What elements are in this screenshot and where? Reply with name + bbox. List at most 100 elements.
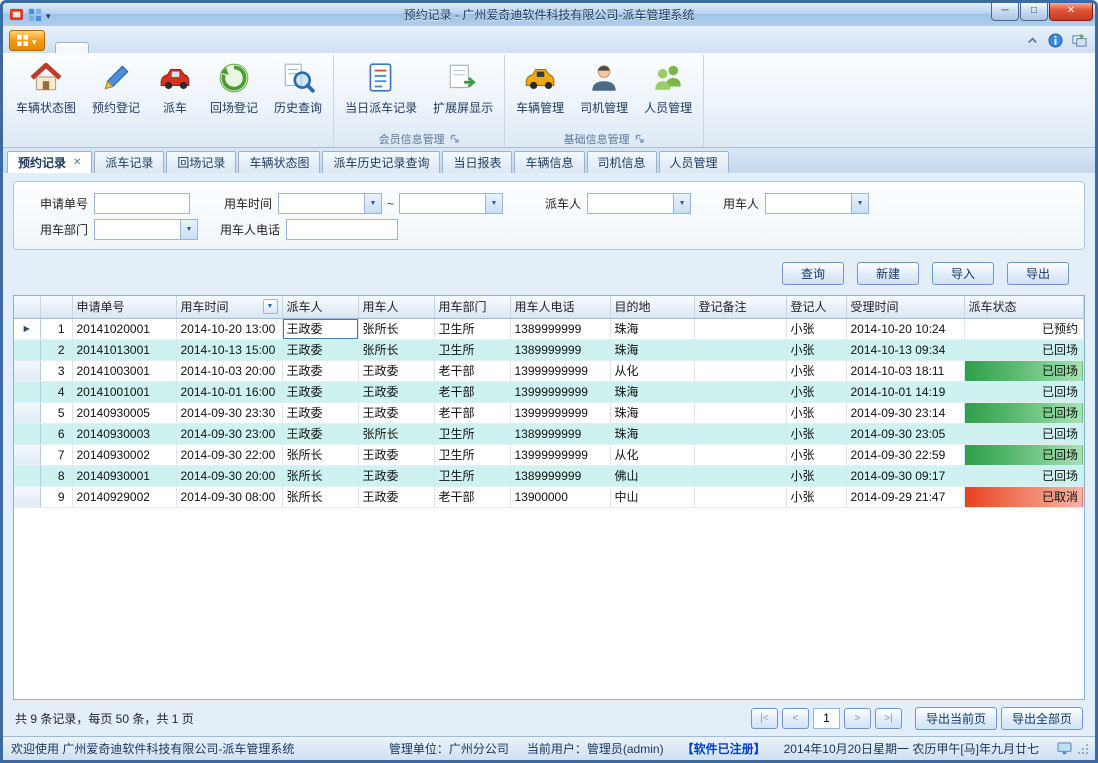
document-tab[interactable]: 车辆信息 [514,151,584,173]
dispatcher-cell: 王政委 [282,339,358,360]
user-select[interactable] [765,193,869,214]
status-cell: 已回场 [964,423,1084,444]
ribbon-button[interactable]: 司机管理 [572,56,636,130]
ribbon-button[interactable]: 扩展屏显示 [425,56,501,130]
table-row[interactable]: 6 20140930003 2014-09-30 23:00 王政委 张所长 卫… [14,423,1084,444]
remark-cell [694,465,786,486]
table-row[interactable]: 8 20140930001 2014-09-30 20:00 张所长 王政委 卫… [14,465,1084,486]
ribbon-button[interactable]: 车辆状态图 [8,56,84,130]
remark-cell [694,423,786,444]
document-tab[interactable]: 派车历史记录查询 [322,151,440,173]
header-dept[interactable]: 用车部门 [434,296,510,318]
dispatcher-cell: 王政委 [282,381,358,402]
action-bar: 查询 新建 导入 导出 [13,262,1069,285]
dialog-launcher-icon[interactable] [635,134,645,144]
phone-cell: 13999999999 [510,360,610,381]
ribbon-collapse-icon[interactable] [1026,34,1039,47]
table-row[interactable]: 1 20141020001 2014-10-20 13:00 王政委 张所长 卫… [14,318,1084,339]
minimize-button[interactable]: ─ [991,3,1019,21]
document-tab[interactable]: 车辆状态图 [238,151,320,173]
header-dispatcher[interactable]: 派车人 [282,296,358,318]
table-row[interactable]: 9 20140929002 2014-09-30 08:00 张所长 王政委 老… [14,486,1084,507]
ribbon-button[interactable]: 历史查询 [266,56,330,130]
first-page-button[interactable]: |< [751,708,778,729]
use-time-from-select[interactable] [278,193,382,214]
header-apply-no[interactable]: 申请单号 [72,296,176,318]
query-button[interactable]: 查询 [782,262,844,285]
use-time-to-select[interactable] [399,193,503,214]
apply-no-cell: 20140930002 [72,444,176,465]
header-user[interactable]: 用车人 [358,296,434,318]
user-cell: 张所长 [358,423,434,444]
chevron-down-icon[interactable] [485,194,502,213]
create-button[interactable]: 新建 [857,262,919,285]
header-row-number [40,296,72,318]
header-destination[interactable]: 目的地 [610,296,694,318]
ribbon-tab[interactable] [55,42,89,53]
phone-input[interactable] [286,219,398,240]
chevron-down-icon[interactable] [180,220,197,239]
status-cell: 已回场 [964,444,1084,465]
accept-time-cell: 2014-09-30 23:05 [846,423,964,444]
grid-footer: 共 9 条记录，每页 50 条，共 1 页 |< < > >| 导出当前页 导出… [13,700,1085,734]
switch-window-icon[interactable] [1072,33,1087,48]
chevron-down-icon[interactable] [673,194,690,213]
export-current-page-button[interactable]: 导出当前页 [915,707,997,730]
header-use-time[interactable]: 用车时间 [176,296,282,318]
dept-select[interactable] [94,219,198,240]
dispatcher-cell: 王政委 [282,360,358,381]
header-remark[interactable]: 登记备注 [694,296,786,318]
column-filter-icon[interactable] [263,299,278,314]
info-icon[interactable] [1048,33,1063,48]
next-page-button[interactable]: > [844,708,871,729]
phone-cell: 1389999999 [510,318,610,339]
tab-close-icon[interactable]: ✕ [73,157,81,168]
close-button[interactable]: ✕ [1049,3,1093,21]
document-tab[interactable]: 司机信息 [587,151,657,173]
export-button[interactable]: 导出 [1007,262,1069,285]
table-row[interactable]: 7 20140930002 2014-09-30 22:00 张所长 王政委 卫… [14,444,1084,465]
header-registrar[interactable]: 登记人 [786,296,846,318]
chevron-down-icon[interactable] [364,194,381,213]
use-time-cell: 2014-10-03 20:00 [176,360,282,381]
accept-time-cell: 2014-09-30 09:17 [846,465,964,486]
last-page-button[interactable]: >| [875,708,902,729]
import-button[interactable]: 导入 [932,262,994,285]
quick-access-dropdown-icon[interactable] [46,8,51,22]
row-indicator [14,381,40,402]
resize-grip[interactable] [1077,743,1089,755]
row-indicator [14,444,40,465]
maximize-button[interactable]: □ [1020,3,1048,21]
page-number-input[interactable] [813,708,840,729]
ribbon-tab[interactable] [89,42,121,53]
header-accept-time[interactable]: 受理时间 [846,296,964,318]
document-tab[interactable]: 预约记录 ✕ [7,151,92,173]
document-tab[interactable]: 人员管理 [659,151,729,173]
table-row[interactable]: 5 20140930005 2014-09-30 23:30 王政委 王政委 老… [14,402,1084,423]
table-row[interactable]: 4 20141001001 2014-10-01 16:00 王政委 王政委 老… [14,381,1084,402]
app-menu-button[interactable] [9,30,45,51]
table-row[interactable]: 3 20141003001 2014-10-03 20:00 王政委 王政委 老… [14,360,1084,381]
record-summary: 共 9 条记录，每页 50 条，共 1 页 [15,710,194,727]
document-tab[interactable]: 回场记录 [166,151,236,173]
export-all-pages-button[interactable]: 导出全部页 [1001,707,1083,730]
dialog-launcher-icon[interactable] [450,134,460,144]
document-tab[interactable]: 当日报表 [442,151,512,173]
table-row[interactable]: 2 20141013001 2014-10-13 15:00 王政委 张所长 卫… [14,339,1084,360]
history-search-icon [281,61,315,95]
registered-link[interactable]: 【软件已注册】 [682,740,766,757]
document-tab[interactable]: 派车记录 [94,151,164,173]
dispatcher-select[interactable] [587,193,691,214]
ribbon-button[interactable]: 回场登记 [202,56,266,130]
apply-no-input[interactable] [94,193,190,214]
ribbon-button[interactable]: 派车 [148,56,202,130]
quick-access-grid-icon[interactable] [28,8,42,22]
chevron-down-icon[interactable] [851,194,868,213]
ribbon-button[interactable]: 人员管理 [636,56,700,130]
ribbon-button[interactable]: 车辆管理 [508,56,572,130]
header-status[interactable]: 派车状态 [964,296,1084,318]
prev-page-button[interactable]: < [782,708,809,729]
ribbon-button[interactable]: 当日派车记录 [337,56,425,130]
header-phone[interactable]: 用车人电话 [510,296,610,318]
ribbon-button[interactable]: 预约登记 [84,56,148,130]
